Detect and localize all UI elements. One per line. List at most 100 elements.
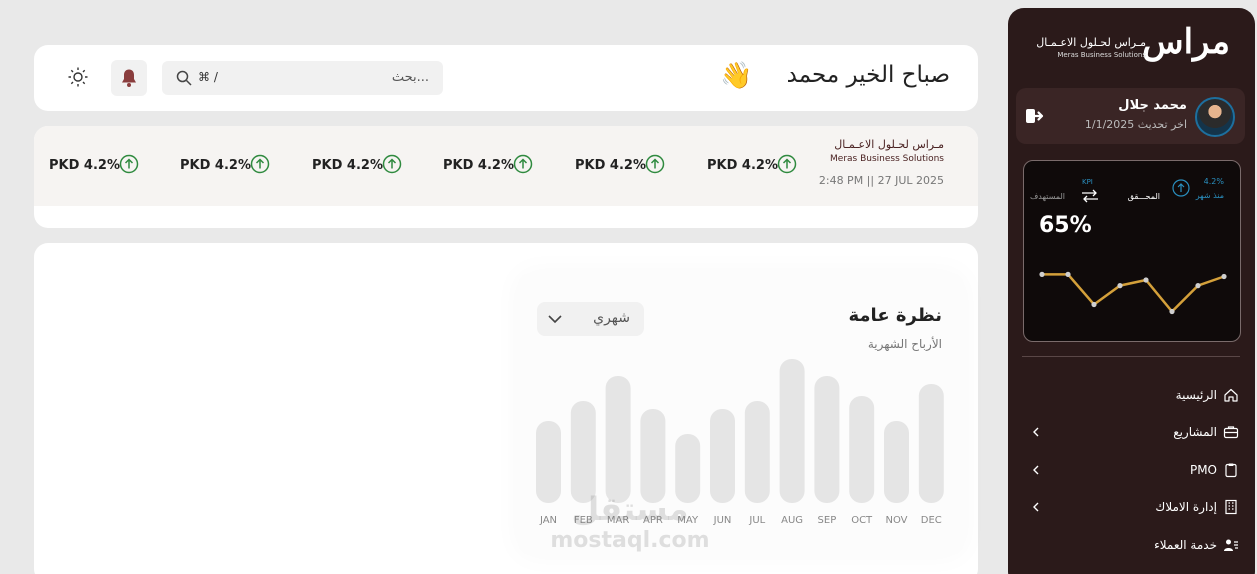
kpi-label: KPI xyxy=(1082,178,1093,186)
sidebar-item-label: خدمة العملاء xyxy=(1154,537,1217,552)
search-icon xyxy=(176,70,192,86)
clipboard-icon xyxy=(1225,463,1237,477)
user-profile-card[interactable]: محمد جلال اخر تحديث 1/1/2025 xyxy=(1016,88,1245,144)
search-shortcut: ⌘ / xyxy=(198,70,218,84)
sidebar-item-pmo[interactable]: PMO xyxy=(1008,451,1255,489)
x-tick-label: JUL xyxy=(748,515,765,526)
brand-logo: مراس مـراس لحـلول الاعـمـال Meras Busine… xyxy=(1030,22,1232,74)
profile-name: محمد جلال xyxy=(1118,98,1187,113)
watermark-arabic: مستقل xyxy=(571,490,689,528)
sun-icon[interactable] xyxy=(67,66,89,88)
sparkline-path xyxy=(1042,273,1225,314)
overview-title: نظرة عامة xyxy=(848,305,943,326)
bar-feb[interactable] xyxy=(570,401,596,503)
period-select[interactable]: شهري xyxy=(537,302,644,336)
bar-jul[interactable] xyxy=(744,401,770,503)
sidebar: مراس مـراس لحـلول الاعـمـال Meras Busine… xyxy=(1008,8,1255,574)
bar-nov[interactable] xyxy=(884,421,909,503)
ticker-value: PKD 4.2% xyxy=(180,158,251,173)
ticker-value: PKD 4.2% xyxy=(443,158,514,173)
chevron-left-icon[interactable] xyxy=(1030,464,1042,476)
main-content-card: JAN FEB MAR APR MAY JUN JUL AUG SEP OCT NOV DEC نظر… xyxy=(34,243,978,574)
sparkline-point xyxy=(1221,273,1227,280)
sparkline-point xyxy=(1091,301,1097,308)
sidebar-item-label: إدارة الاملاك xyxy=(1155,500,1217,515)
arrow-up-circle-icon xyxy=(513,154,533,174)
logo-arabic-text: مـراس لحـلول الاعـمـال xyxy=(1036,36,1146,49)
ticker-value: PKD 4.2% xyxy=(312,158,383,173)
swap-arrows-icon[interactable] xyxy=(1080,189,1100,203)
chevron-left-icon[interactable] xyxy=(1030,501,1042,513)
sidebar-item-home[interactable]: الرئيسية xyxy=(1008,376,1255,414)
ticker-logo-arabic: مـراس لحـلول الاعـمـال xyxy=(834,138,944,151)
avatar xyxy=(1195,97,1235,137)
sidebar-item-label: الرئيسية xyxy=(1175,387,1217,402)
bar-aug[interactable] xyxy=(779,359,805,503)
sparkline-point xyxy=(1039,271,1045,277)
building-icon xyxy=(1225,500,1237,515)
bar-jun[interactable] xyxy=(710,409,735,503)
bar-dec[interactable] xyxy=(918,384,944,503)
ticker-logo-english: Meras Business Solutions xyxy=(830,154,944,164)
kpi-card: 4.2% منذ شهر KPI المحـــقق المستهدف 65% xyxy=(1023,160,1241,342)
waving-hand-icon: 👋 xyxy=(720,61,753,91)
sidebar-item-label: المشاريع xyxy=(1173,425,1217,440)
arrow-up-circle-icon xyxy=(250,154,270,174)
sidebar-item-projects[interactable]: المشاريع xyxy=(1008,414,1255,452)
ticker-strip: مـراس لحـلول الاعـمـال Meras Business So… xyxy=(34,126,978,206)
sidebar-item-property-management[interactable]: إدارة الاملاك xyxy=(1008,489,1255,527)
x-tick-label: OCT xyxy=(851,515,873,526)
kpi-achieved-label: المحـــقق xyxy=(1127,192,1160,201)
sparkline-point xyxy=(1117,283,1123,289)
sparkline-point xyxy=(1169,308,1175,315)
bar-sep[interactable] xyxy=(814,376,840,503)
kpi-sparkline xyxy=(1039,271,1227,315)
header-bar: صباح الخير محمد 👋 بحث... ⌘ / xyxy=(34,45,978,111)
logo-english-text: Meras Business Solutions xyxy=(1057,51,1146,59)
x-tick-label: SEP xyxy=(818,515,837,526)
sidebar-item-label: PMO xyxy=(1189,462,1217,477)
sparkline-point xyxy=(1065,271,1071,277)
watermark: مستقل mostaql.com xyxy=(550,490,710,574)
sidebar-menu: الرئيسية المشاريع PMO إدارة الاملاك خدمة… xyxy=(1008,376,1255,564)
x-tick-label: NOV xyxy=(885,515,907,526)
profile-last-update: اخر تحديث 1/1/2025 xyxy=(1084,118,1187,131)
logout-icon[interactable] xyxy=(1024,106,1044,126)
search-input[interactable]: بحث... ⌘ / xyxy=(162,61,443,95)
kpi-value: 65% xyxy=(1039,213,1092,238)
period-select-value: شهري xyxy=(593,310,630,326)
arrow-up-circle-icon xyxy=(119,154,139,174)
ticker-value: PKD 4.2% xyxy=(575,158,646,173)
kpi-change-period: منذ شهر xyxy=(1195,191,1224,200)
bell-icon xyxy=(122,69,136,87)
ticker-datetime: 2:48 PM || 27 JUL 2025 xyxy=(818,174,944,187)
sparkline-point xyxy=(1195,283,1201,289)
bar-mar[interactable] xyxy=(605,376,631,503)
search-placeholder: بحث... xyxy=(391,70,429,85)
briefcase-icon xyxy=(1223,426,1239,439)
ticker-value: PKD 4.2% xyxy=(707,158,778,173)
chevron-left-icon[interactable] xyxy=(1030,426,1042,438)
sparkline-point xyxy=(1143,277,1149,283)
ticker-card: مـراس لحـلول الاعـمـال Meras Business So… xyxy=(34,126,978,228)
arrow-up-circle-icon xyxy=(1172,179,1190,197)
sidebar-item-customer-service[interactable]: خدمة العملاء xyxy=(1008,526,1255,564)
ticker-value: PKD 4.2% xyxy=(49,158,120,173)
notifications-button[interactable] xyxy=(111,60,147,96)
kpi-target-label: المستهدف xyxy=(1030,192,1066,201)
arrow-up-circle-icon xyxy=(645,154,665,174)
users-icon xyxy=(1224,539,1238,551)
watermark-english: mostaql.com xyxy=(550,528,710,553)
bar-oct[interactable] xyxy=(849,396,875,503)
bar-apr[interactable] xyxy=(640,409,666,503)
home-icon xyxy=(1224,388,1238,402)
arrow-up-circle-icon xyxy=(382,154,402,174)
x-tick-label: DEC xyxy=(921,515,942,526)
logo-mark: مراس xyxy=(1142,22,1232,62)
overview-subtitle: الأرباح الشهرية xyxy=(867,337,942,351)
greeting-title: صباح الخير محمد xyxy=(786,62,950,88)
sidebar-divider xyxy=(1022,356,1240,357)
kpi-change-percent: 4.2% xyxy=(1203,177,1224,186)
chevron-down-icon xyxy=(548,315,562,324)
x-tick-label: JUN xyxy=(713,515,732,526)
